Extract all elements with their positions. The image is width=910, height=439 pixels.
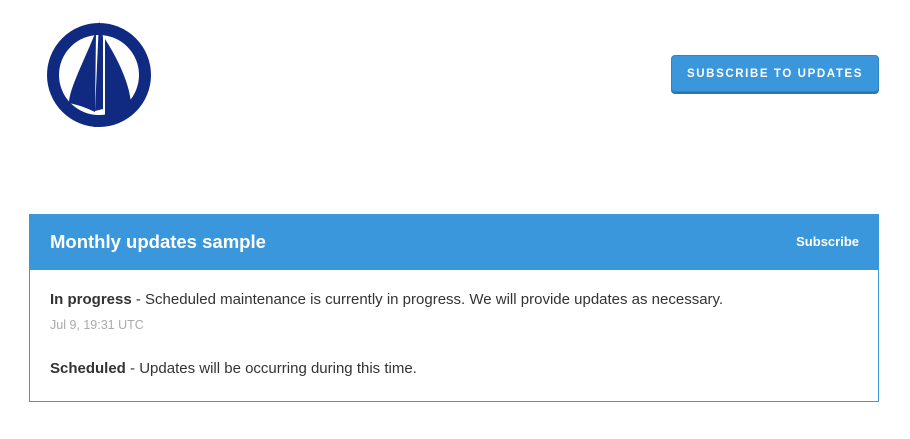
incident-update: In progress - Scheduled maintenance is c… [50,291,723,308]
sailboat-logo-icon[interactable] [45,19,153,129]
status-page: SUBSCRIBE TO UPDATES Monthly updates sam… [0,0,910,439]
subscribe-to-updates-button[interactable]: SUBSCRIBE TO UPDATES [671,55,879,92]
update-message: Updates will be occurring during this ti… [139,360,417,377]
update-status: Scheduled [50,360,126,377]
incident-title[interactable]: Monthly updates sample [50,231,266,253]
incident-update: Scheduled - Updates will be occurring du… [50,360,417,377]
update-separator: - [131,291,146,308]
incident-card: Monthly updates sample Subscribe In prog… [29,214,879,402]
update-timestamp: Jul 9, 19:31 UTC [50,318,144,332]
update-separator: - [125,360,140,377]
incident-subscribe-link[interactable]: Subscribe [796,234,859,249]
update-message: Scheduled maintenance is currently in pr… [145,291,724,308]
incident-header: Monthly updates sample Subscribe [30,215,878,270]
update-status: In progress [50,291,132,308]
